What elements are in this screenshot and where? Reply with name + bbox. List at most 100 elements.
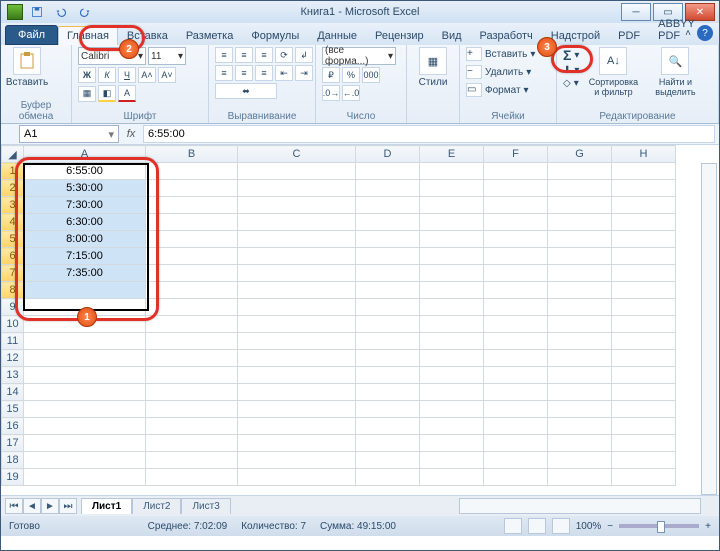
cell-E1[interactable] (420, 163, 484, 180)
cell-G12[interactable] (548, 350, 612, 367)
cell-G13[interactable] (548, 367, 612, 384)
underline-button[interactable]: Ч (118, 67, 136, 83)
align-middle-button[interactable]: ≡ (235, 47, 253, 63)
row-header-14[interactable]: 14 (2, 384, 24, 401)
cell-B8[interactable] (146, 282, 238, 299)
cell-B19[interactable] (146, 469, 238, 486)
fill-color-button[interactable]: ◧ (98, 85, 116, 102)
cell-G7[interactable] (548, 265, 612, 282)
cell-F14[interactable] (484, 384, 548, 401)
number-format-combo[interactable]: (все форма...)▾ (322, 47, 396, 65)
row-header-1[interactable]: 1 (2, 163, 24, 180)
align-left-button[interactable]: ≡ (215, 65, 233, 81)
cell-E16[interactable] (420, 418, 484, 435)
cell-A12[interactable] (24, 350, 146, 367)
cell-D10[interactable] (356, 316, 420, 333)
zoom-slider[interactable] (619, 524, 699, 528)
tab-view[interactable]: Вид (433, 26, 471, 45)
zoom-in-button[interactable]: + (705, 521, 711, 532)
cell-F11[interactable] (484, 333, 548, 350)
file-tab[interactable]: Файл (5, 25, 58, 45)
cell-A17[interactable] (24, 435, 146, 452)
cell-D4[interactable] (356, 214, 420, 231)
delete-cells-button[interactable]: −Удалить▾ (466, 65, 531, 79)
cell-B9[interactable] (146, 299, 238, 316)
help-button[interactable]: ? (697, 25, 713, 41)
cell-H4[interactable] (612, 214, 676, 231)
cell-G4[interactable] (548, 214, 612, 231)
align-right-button[interactable]: ≡ (255, 65, 273, 81)
cell-G3[interactable] (548, 197, 612, 214)
cell-B10[interactable] (146, 316, 238, 333)
cell-A1[interactable]: 6:55:00 (24, 163, 146, 180)
sort-filter-button[interactable]: A↓ Сортировка и фильтр (585, 47, 641, 97)
cell-D17[interactable] (356, 435, 420, 452)
cell-B17[interactable] (146, 435, 238, 452)
cell-A13[interactable] (24, 367, 146, 384)
tab-developer[interactable]: Разработч (471, 26, 542, 45)
cell-H9[interactable] (612, 299, 676, 316)
row-header-15[interactable]: 15 (2, 401, 24, 418)
cell-C6[interactable] (238, 248, 356, 265)
cell-G19[interactable] (548, 469, 612, 486)
increase-decimal-button[interactable]: .0→ (322, 85, 340, 101)
align-center-button[interactable]: ≡ (235, 65, 253, 81)
row-header-19[interactable]: 19 (2, 469, 24, 486)
sheet-tab-3[interactable]: Лист3 (181, 498, 230, 514)
cell-G17[interactable] (548, 435, 612, 452)
row-header-11[interactable]: 11 (2, 333, 24, 350)
cell-C8[interactable] (238, 282, 356, 299)
cell-E13[interactable] (420, 367, 484, 384)
sheet-nav-last[interactable]: ⏭ (59, 498, 77, 514)
wrap-text-button[interactable]: ↲ (295, 47, 313, 63)
row-header-12[interactable]: 12 (2, 350, 24, 367)
cell-H17[interactable] (612, 435, 676, 452)
cell-E9[interactable] (420, 299, 484, 316)
align-bottom-button[interactable]: ≡ (255, 47, 273, 63)
col-header-B[interactable]: B (146, 146, 238, 163)
cell-F15[interactable] (484, 401, 548, 418)
cell-D16[interactable] (356, 418, 420, 435)
cell-D6[interactable] (356, 248, 420, 265)
row-header-3[interactable]: 3 (2, 197, 24, 214)
cell-E5[interactable] (420, 231, 484, 248)
cell-G10[interactable] (548, 316, 612, 333)
cell-G16[interactable] (548, 418, 612, 435)
cell-H10[interactable] (612, 316, 676, 333)
save-button[interactable] (27, 3, 47, 21)
cell-A6[interactable]: 7:15:00 (24, 248, 146, 265)
insert-cells-button[interactable]: +Вставить▾ (466, 47, 535, 61)
horizontal-scrollbar[interactable] (459, 498, 701, 514)
decrease-font-button[interactable]: A˅ (158, 67, 176, 83)
cell-A14[interactable] (24, 384, 146, 401)
cell-D12[interactable] (356, 350, 420, 367)
cell-E7[interactable] (420, 265, 484, 282)
cell-H13[interactable] (612, 367, 676, 384)
clear-button[interactable]: ◇▾ (563, 78, 579, 89)
cell-B16[interactable] (146, 418, 238, 435)
font-size-combo[interactable]: 11▾ (148, 47, 186, 65)
cell-E2[interactable] (420, 180, 484, 197)
cell-F7[interactable] (484, 265, 548, 282)
cell-G5[interactable] (548, 231, 612, 248)
cell-H3[interactable] (612, 197, 676, 214)
cell-C12[interactable] (238, 350, 356, 367)
tab-home[interactable]: Главная (58, 26, 118, 45)
cell-H8[interactable] (612, 282, 676, 299)
sheet-tab-2[interactable]: Лист2 (132, 498, 181, 514)
merge-button[interactable]: ⬌ (215, 83, 277, 99)
align-top-button[interactable]: ≡ (215, 47, 233, 63)
cell-D7[interactable] (356, 265, 420, 282)
cell-C1[interactable] (238, 163, 356, 180)
row-header-18[interactable]: 18 (2, 452, 24, 469)
minimize-button[interactable]: ─ (621, 3, 651, 21)
cell-C17[interactable] (238, 435, 356, 452)
cell-C10[interactable] (238, 316, 356, 333)
sheet-tab-1[interactable]: Лист1 (81, 498, 132, 514)
row-header-10[interactable]: 10 (2, 316, 24, 333)
fill-button[interactable]: ⬇▾ (563, 65, 579, 76)
cell-A16[interactable] (24, 418, 146, 435)
cell-C18[interactable] (238, 452, 356, 469)
col-header-G[interactable]: G (548, 146, 612, 163)
cell-D15[interactable] (356, 401, 420, 418)
